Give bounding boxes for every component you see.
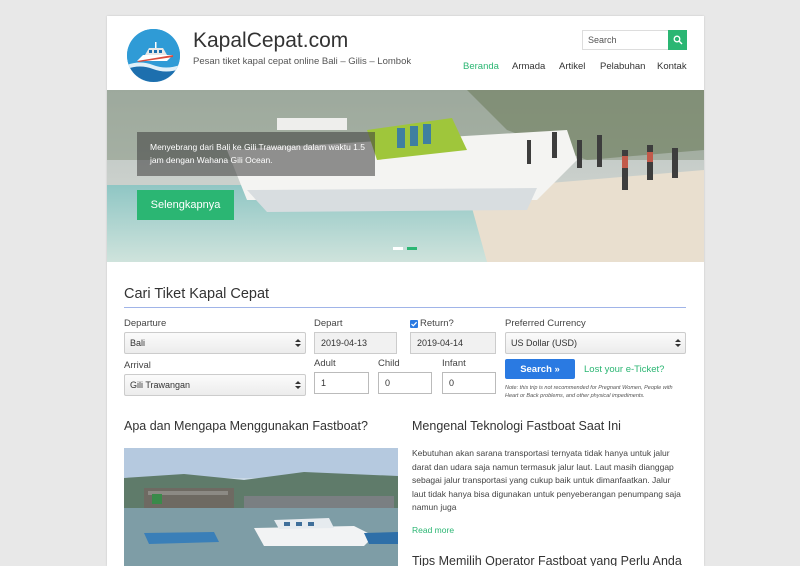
search-icon [673, 35, 683, 45]
adult-label: Adult [314, 358, 336, 369]
depart-date-input[interactable]: 2019-04-13 [314, 332, 397, 354]
read-more-link[interactable]: Read more [412, 525, 454, 535]
infant-input[interactable]: 0 [442, 372, 496, 394]
search-input[interactable] [582, 30, 669, 50]
hero-caption-text: Menyebrang dari Bali ke Gili Trawangan d… [150, 142, 365, 165]
nav-item-pelabuhan[interactable]: Pelabuhan [600, 61, 645, 72]
child-input[interactable]: 0 [378, 372, 432, 394]
article-title-3[interactable]: Tips Memilih Operator Fastboat yang Perl… [412, 554, 682, 566]
hero-image [107, 90, 704, 262]
currency-label: Preferred Currency [505, 318, 586, 329]
child-label: Child [378, 358, 400, 369]
arrival-select[interactable]: Gili Trawangan [124, 374, 306, 396]
booking-note: Note: this trip is not recommended for P… [505, 385, 673, 399]
booking-title: Cari Tiket Kapal Cepat [124, 286, 270, 302]
departure-label: Departure [124, 318, 167, 329]
nav-item-kontak[interactable]: Kontak [657, 61, 687, 72]
adult-input[interactable]: 1 [314, 372, 369, 394]
select-arrows-icon [675, 339, 681, 347]
checkmark-icon [411, 321, 418, 327]
currency-value: US Dollar (USD) [511, 338, 578, 348]
page-container: KapalCepat.com Pesan tiket kapal cepat o… [107, 16, 704, 566]
nav-item-armada[interactable]: Armada [512, 61, 545, 72]
lost-ticket-link[interactable]: Lost your e-Ticket? [584, 364, 664, 375]
departure-value: Bali [130, 338, 146, 348]
slider-dot-1[interactable] [393, 247, 403, 250]
search-tickets-button[interactable]: Search » [505, 359, 575, 379]
nav-item-artikel[interactable]: Artikel [559, 61, 585, 72]
hero-slider: Menyebrang dari Bali ke Gili Trawangan d… [107, 90, 704, 262]
harbor-photo [124, 448, 398, 566]
infant-label: Infant [442, 358, 466, 369]
select-arrows-icon [295, 339, 301, 347]
search-button[interactable] [668, 30, 687, 50]
section-divider [124, 307, 686, 308]
return-date-input[interactable]: 2019-04-14 [410, 332, 496, 354]
hero-caption: Menyebrang dari Bali ke Gili Trawangan d… [137, 132, 375, 176]
site-title[interactable]: KapalCepat.com [193, 29, 348, 53]
hero-read-more-button[interactable]: Selengkapnya [137, 190, 234, 220]
return-checkbox[interactable] [410, 320, 418, 328]
currency-select[interactable]: US Dollar (USD) [505, 332, 686, 354]
arrival-label: Arrival [124, 360, 151, 371]
return-label: Return? [420, 318, 454, 329]
article-title-2[interactable]: Mengenal Teknologi Fastboat Saat Ini [412, 419, 621, 433]
article-title-1[interactable]: Apa dan Mengapa Menggunakan Fastboat? [124, 419, 368, 433]
select-arrows-icon [295, 381, 301, 389]
departure-select[interactable]: Bali [124, 332, 306, 354]
nav-item-beranda[interactable]: Beranda [463, 61, 499, 72]
depart-label: Depart [314, 318, 343, 329]
header-search [582, 30, 687, 50]
arrival-value: Gili Trawangan [130, 380, 191, 390]
article-excerpt-2: Kebutuhan akan sarana transportasi terny… [412, 448, 681, 513]
slider-dot-2[interactable] [407, 247, 417, 250]
article-image-1[interactable] [124, 448, 398, 566]
main-nav: Beranda Armada Artikel Pelabuhan Kontak [107, 61, 704, 75]
